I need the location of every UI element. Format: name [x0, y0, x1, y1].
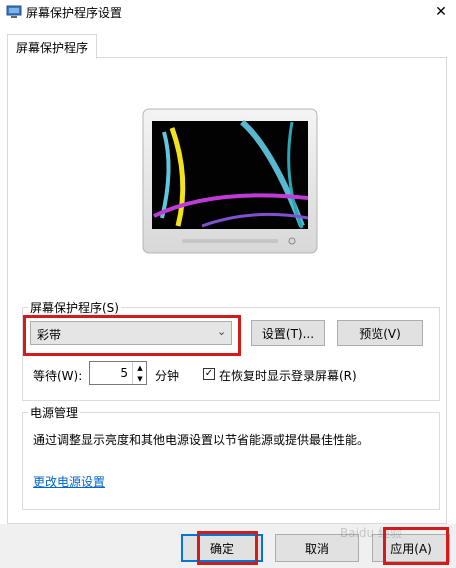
change-power-settings-link[interactable]: 更改电源设置: [33, 473, 105, 490]
settings-button[interactable]: 设置(T)...: [251, 320, 325, 346]
window-title: 屏幕保护程序设置: [26, 6, 123, 20]
resume-login-label[interactable]: 在恢复时显示登录屏幕(R): [219, 367, 357, 384]
spin-down-icon[interactable]: ▼: [132, 373, 147, 384]
resume-login-checkbox[interactable]: ✓: [203, 368, 215, 380]
wait-label: 等待(W):: [33, 369, 83, 383]
power-management-group-label: 电源管理: [28, 404, 81, 421]
close-icon[interactable]: ✕: [426, 0, 456, 24]
tab-label: 屏幕保护程序: [15, 41, 88, 55]
monitor-app-icon: [6, 5, 22, 18]
power-management-description: 通过调整显示亮度和其他电源设置以节省能源或提供最佳性能。: [33, 433, 370, 447]
title-bar: 屏幕保护程序设置 ✕: [0, 0, 456, 24]
highlight-box-ok: [197, 531, 258, 565]
screensaver-group-label: 屏幕保护程序(S): [28, 299, 121, 316]
preview-button[interactable]: 预览(V): [337, 320, 423, 346]
screensaver-preview-monitor: [142, 108, 318, 254]
power-management-group: [22, 412, 440, 510]
highlight-box-apply: [383, 527, 449, 565]
highlight-box-screensaver-select: [23, 315, 241, 356]
wait-minutes-stepper[interactable]: 5 ▲ ▼: [89, 361, 147, 385]
tab-screensaver[interactable]: 屏幕保护程序: [7, 34, 97, 59]
spin-up-icon[interactable]: ▲: [132, 362, 147, 373]
minutes-unit-label: 分钟: [155, 369, 180, 383]
wait-minutes-value[interactable]: 5: [90, 366, 128, 380]
